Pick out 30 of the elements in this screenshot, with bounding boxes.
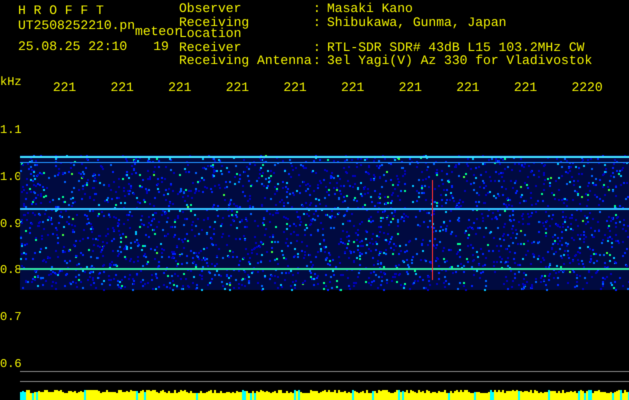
time-label: 221: [398, 80, 422, 95]
info-value: 3el Yagi(V) Az 330 for Vladivostok: [327, 55, 592, 69]
time-label: 221: [514, 80, 538, 95]
frequency-label: 1.1: [0, 123, 22, 137]
info-value: Masaki Kano: [327, 3, 414, 16]
time-label: 221: [52, 80, 76, 95]
info-label: Receiving Antenna: [179, 55, 313, 69]
time-label: 221: [110, 80, 134, 95]
info-separator: :: [313, 16, 322, 32]
date-time: 25.08.25 22:10: [18, 39, 128, 54]
time-label: 221: [168, 80, 192, 95]
info-separator: :: [313, 42, 322, 56]
time-label: 2220: [571, 80, 603, 95]
file-name: UT2508252210.pn: [18, 18, 136, 33]
info-value: RTL-SDR SDR# 43dB L15 103.2MHz CW: [327, 42, 584, 55]
time-label: 221: [283, 80, 307, 95]
info-separator: :: [313, 55, 322, 69]
count-label: 19: [153, 39, 169, 54]
info-separator: :: [313, 3, 322, 17]
time-label: 221: [226, 80, 250, 95]
axis-unit: kHz: [0, 75, 23, 89]
frequency-label: 0.7: [0, 310, 22, 324]
info-value: Shibukawa, Gunma, Japan: [327, 16, 508, 32]
app-title: H R O F F T: [18, 3, 105, 18]
time-label: 221: [456, 80, 480, 95]
info-label: Receiving Location: [179, 16, 250, 42]
frequency-label: 0.6: [0, 357, 22, 372]
time-label: 221: [340, 80, 364, 95]
info-label: Receiver: [179, 42, 242, 55]
info-label: Observer: [179, 3, 242, 16]
